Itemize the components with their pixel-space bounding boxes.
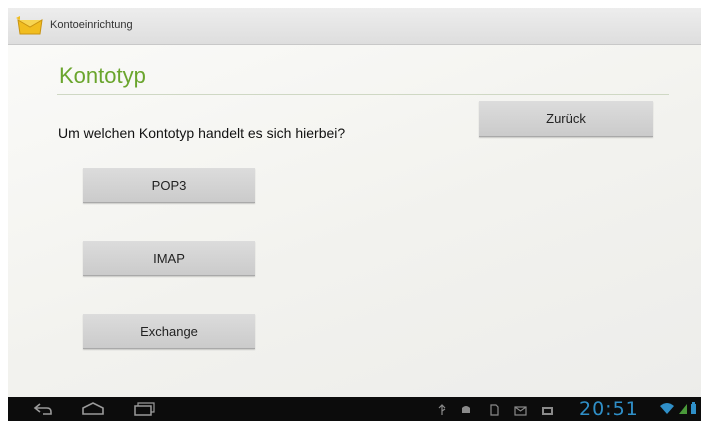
imap-button[interactable]: IMAP: [83, 241, 255, 276]
action-bar-title: Kontoeinrichtung: [50, 19, 133, 31]
title-divider: [57, 94, 669, 95]
sd-card-icon: [489, 403, 499, 421]
back-button[interactable]: Zurück: [479, 101, 653, 137]
account-type-question: Um welchen Kontotyp handelt es sich hier…: [58, 125, 346, 141]
battery-icon: [690, 402, 697, 420]
pop3-button[interactable]: POP3: [83, 168, 255, 203]
screenshot-icon: [541, 403, 554, 421]
email-notification-icon: [514, 403, 527, 421]
back-icon[interactable]: [32, 401, 54, 421]
usb-icon: [437, 403, 447, 421]
recent-apps-icon[interactable]: [132, 401, 156, 421]
signal-icon: [678, 402, 688, 420]
exchange-button[interactable]: Exchange: [83, 314, 255, 349]
device-screen: Kontoeinrichtung Kontotyp Um welchen Kon…: [8, 8, 701, 421]
android-debug-icon: [460, 403, 472, 421]
clock: 20:51: [579, 398, 639, 420]
mail-envelope-icon[interactable]: [16, 15, 44, 37]
page-title: Kontotyp: [59, 63, 146, 88]
home-icon[interactable]: [80, 401, 106, 421]
wifi-icon: [659, 402, 675, 420]
action-bar: Kontoeinrichtung: [8, 8, 701, 45]
system-bar: 20:51: [8, 397, 701, 421]
